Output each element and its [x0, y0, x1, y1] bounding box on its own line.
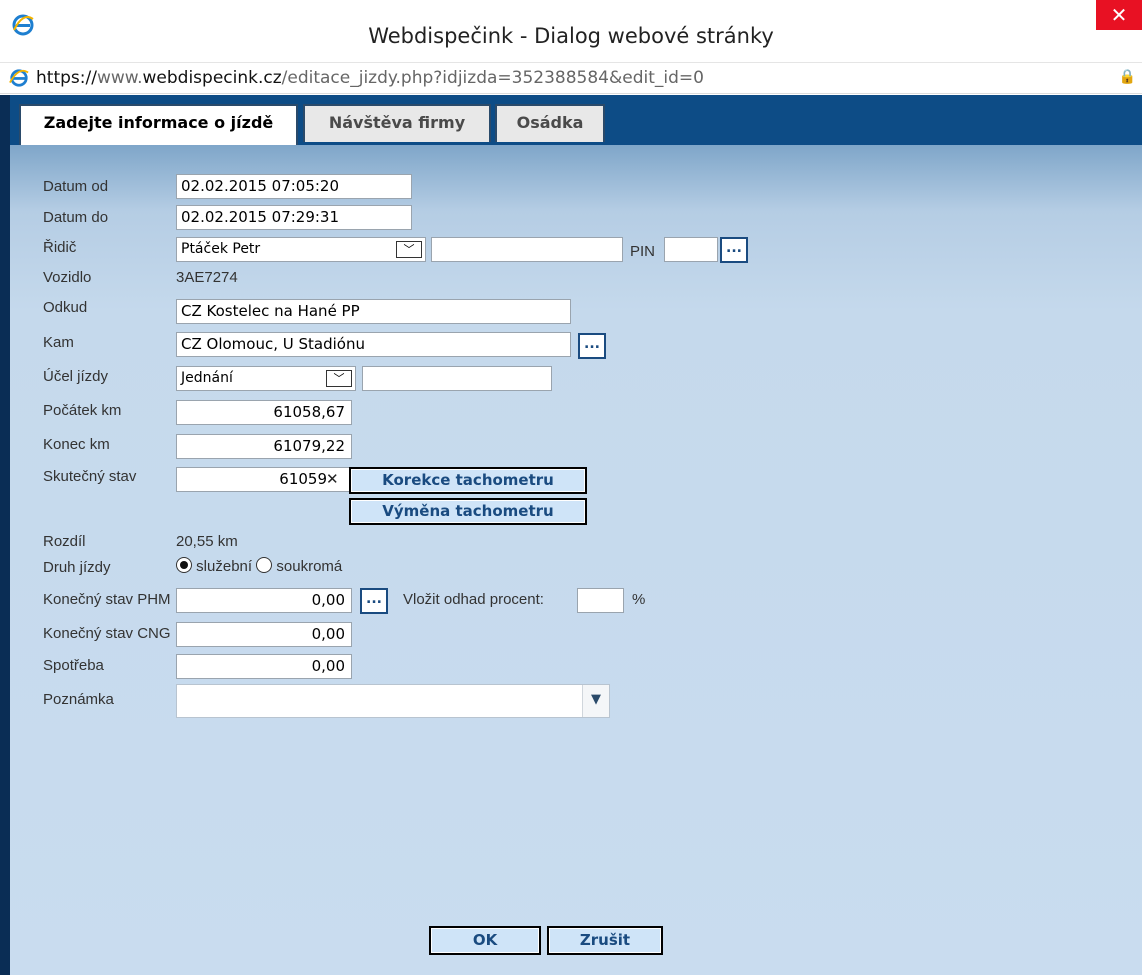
purpose-extra-input[interactable]	[362, 366, 552, 391]
driver-lookup-button[interactable]: ...	[720, 237, 748, 263]
trip-type-radios: služební soukromá	[176, 557, 342, 575]
tab-strip: Zadejte informace o jízdě Návštěva firmy…	[10, 95, 1142, 147]
spotreba-input[interactable]: 0,00	[176, 654, 352, 679]
poznamka-combo[interactable]: ▼	[176, 684, 610, 718]
rozdil-value: 20,55 km	[176, 533, 238, 550]
close-button[interactable]: ✕	[1096, 0, 1142, 30]
spotreba-label: Spotřeba	[43, 657, 104, 674]
odhad-label: Vložit odhad procent:	[403, 591, 544, 608]
cng-input[interactable]: 0,00	[176, 622, 352, 647]
vymena-tachometru-button[interactable]: Výměna tachometru	[349, 498, 587, 525]
vozidlo-label: Vozidlo	[43, 269, 92, 286]
datum-od-input[interactable]: 02.02.2015 07:05:20	[176, 174, 412, 199]
driver-select-value: Ptáček Petr	[181, 241, 261, 257]
clear-icon[interactable]: ✕	[326, 470, 339, 488]
percent-label: %	[632, 591, 646, 608]
rozdil-label: Rozdíl	[43, 533, 86, 550]
phm-label: Konečný stav PHM	[43, 591, 171, 608]
phm-input[interactable]: 0,00	[176, 588, 352, 613]
datum-od-label: Datum od	[43, 178, 109, 195]
address-bar: https://www.webdispecink.cz/editace_jizd…	[0, 62, 1142, 94]
chevron-down-icon[interactable]: ﹀	[326, 370, 352, 387]
phm-lookup-button[interactable]: ...	[360, 588, 388, 614]
korekce-tachometru-button[interactable]: Korekce tachometru	[349, 467, 587, 494]
url-host-prefix: www.	[96, 68, 143, 88]
pocatek-km-label: Počátek km	[43, 402, 122, 419]
ridic-label: Řidič	[43, 239, 77, 256]
pocatek-km-input[interactable]: 61058,67	[176, 400, 352, 425]
radio-sluzebni[interactable]	[176, 557, 192, 573]
destination-lookup-button[interactable]: ...	[578, 333, 606, 359]
poznamka-label: Poznámka	[43, 691, 114, 708]
vozidlo-value: 3AE7274	[176, 269, 238, 286]
kam-label: Kam	[43, 334, 74, 351]
tab-crew[interactable]: Osádka	[495, 104, 605, 142]
purpose-select[interactable]: Jednání ﹀	[176, 366, 356, 391]
radio-soukroma[interactable]	[256, 557, 273, 573]
page-url: https://www.webdispecink.cz/editace_jizd…	[36, 68, 704, 88]
form-panel: Datum od 02.02.2015 07:05:20 Datum do 02…	[10, 145, 1142, 975]
ie-page-icon	[9, 69, 29, 87]
pin-label: PIN	[630, 243, 656, 260]
datum-do-input[interactable]: 02.02.2015 07:29:31	[176, 205, 412, 230]
druh-label: Druh jízdy	[43, 559, 111, 576]
cancel-button[interactable]: Zrušit	[547, 926, 663, 955]
cng-label: Konečný stav CNG	[43, 625, 171, 642]
chevron-down-icon[interactable]: ﹀	[396, 241, 422, 258]
window-title: Webdispečink - Dialog webové stránky	[368, 24, 774, 48]
driver-extra-input[interactable]	[431, 237, 623, 262]
konec-km-label: Konec km	[43, 436, 110, 453]
url-host: webdispecink.cz	[142, 68, 282, 88]
ucel-label: Účel jízdy	[43, 368, 109, 385]
pin-input[interactable]	[664, 237, 718, 262]
window-titlebar: Webdispečink - Dialog webové stránky ✕	[0, 0, 1142, 60]
radio-sluzebni-label: služební	[196, 558, 253, 575]
konec-km-input[interactable]: 61079,22	[176, 434, 352, 459]
ok-button[interactable]: OK	[429, 926, 541, 955]
skutecny-stav-value: 61059	[279, 470, 327, 488]
tab-trip-info[interactable]: Zadejte informace o jízdě	[19, 104, 298, 147]
odhad-input[interactable]	[577, 588, 624, 613]
kam-input[interactable]: CZ Olomouc, U Stadiónu	[176, 332, 571, 357]
url-scheme: https://	[36, 68, 97, 88]
lock-icon: 🔒	[1118, 69, 1136, 85]
odkud-input[interactable]: CZ Kostelec na Hané PP	[176, 299, 571, 324]
purpose-select-value: Jednání	[181, 370, 233, 386]
radio-soukroma-label: soukromá	[276, 558, 343, 575]
odkud-label: Odkud	[43, 299, 88, 316]
dialog-content: Zadejte informace o jízdě Návštěva firmy…	[0, 95, 1142, 975]
chevron-down-icon[interactable]: ▼	[582, 685, 609, 717]
datum-do-label: Datum do	[43, 209, 109, 226]
left-border	[0, 95, 10, 975]
tab-company-visit[interactable]: Návštěva firmy	[303, 104, 491, 142]
url-path: /editace_jizdy.php?idjizda=352388584&edi…	[281, 68, 704, 88]
driver-select[interactable]: Ptáček Petr ﹀	[176, 237, 426, 262]
skutecny-stav-label: Skutečný stav	[43, 468, 137, 485]
